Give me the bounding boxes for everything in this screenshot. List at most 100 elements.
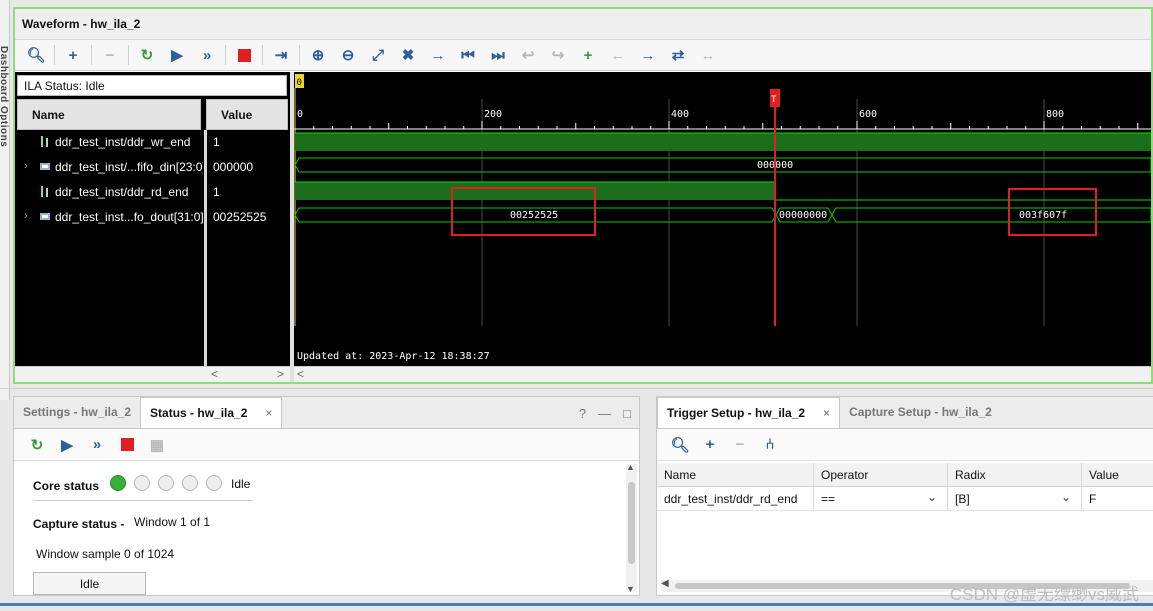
left-edge-strip[interactable]: Dashboard Options <box>0 0 10 400</box>
trigger-toolbar: 🔍︎ + − ⑃ <box>657 429 1153 461</box>
status-dot-active <box>110 475 126 491</box>
column-header[interactable]: Value <box>1082 463 1153 487</box>
status-panel: Settings - hw_ila_2 Status - hw_ila_2 × ?… <box>13 396 640 596</box>
stop-icon[interactable] <box>229 42 259 68</box>
signal-name: ddr_test_inst...fo_dout[31:0] <box>55 210 203 224</box>
stop-icon[interactable] <box>112 432 142 458</box>
waveform-window: Waveform - hw_ila_2 🔍︎ + − ↻ ▶ » ⇥ ⊕ ⊖ ⤢… <box>13 7 1153 384</box>
go-to-cursor-icon[interactable]: → <box>423 42 453 68</box>
signal-value: 00252525 <box>213 210 267 224</box>
watermark: CSDN @虚无缥缈vs威武 <box>949 585 1139 604</box>
tab-status[interactable]: Status - hw_ila_2 × <box>140 397 283 428</box>
remove-icon[interactable]: − <box>725 432 755 458</box>
column-header[interactable]: Name <box>657 463 814 487</box>
scroll-left-icon[interactable]: < <box>297 367 304 381</box>
remove-icon[interactable]: − <box>95 42 125 68</box>
tab-trigger-setup[interactable]: Trigger Setup - hw_ila_2 × <box>657 397 841 428</box>
add-icon[interactable]: + <box>58 42 88 68</box>
bit-signal-icon <box>41 136 48 147</box>
swap-cursors-icon[interactable]: ⇄ <box>663 42 693 68</box>
maximize-icon[interactable]: □ <box>623 406 631 421</box>
waveform-title: Waveform - hw_ila_2 <box>15 9 1151 40</box>
search-icon[interactable]: 🔍︎ <box>21 42 51 68</box>
toolbar-divider <box>225 45 226 65</box>
waveform-scrollbar[interactable]: < <box>294 366 1151 382</box>
idle-button[interactable]: Idle <box>33 572 146 595</box>
next-marker-icon[interactable]: → <box>633 42 663 68</box>
name-column-header[interactable]: Name <box>17 99 201 130</box>
core-status-label: Core status <box>33 479 100 493</box>
operator-select[interactable]: == ⌄ <box>814 487 948 511</box>
waveform-canvas[interactable]: 0 200 400 600 800 0 000000 <box>294 72 1151 366</box>
refresh-run-icon[interactable]: ↻ <box>132 42 162 68</box>
scroll-right-icon[interactable]: > <box>277 367 284 381</box>
next-transition-icon[interactable]: ↪ <box>543 42 573 68</box>
add-marker-icon[interactable]: + <box>573 42 603 68</box>
signal-list-scrollbar[interactable]: < > <box>15 366 290 382</box>
zoom-cursor-icon[interactable]: ✖ <box>393 42 423 68</box>
expand-chevron-icon[interactable]: › <box>24 210 28 222</box>
scroll-down-icon[interactable]: ▼ <box>626 584 635 594</box>
status-toolbar: ↻ ▶ » ▦ <box>14 429 639 461</box>
zoom-in-icon[interactable]: ⊕ <box>303 42 333 68</box>
tab-capture-setup[interactable]: Capture Setup - hw_ila_2 <box>840 397 1001 428</box>
table-row[interactable]: ddr_test_inst/ddr_rd_end == ⌄ [B] ⌄ F <box>657 487 1153 511</box>
close-icon[interactable]: × <box>265 406 272 420</box>
waveform-toolbar: 🔍︎ + − ↻ ▶ » ⇥ ⊕ ⊖ ⤢ ✖ → ⏮ ⏭ ↩ ↪ + ← → ⇄… <box>15 40 1151 71</box>
column-header[interactable]: Radix <box>948 463 1082 487</box>
close-icon[interactable]: × <box>823 406 830 420</box>
zoom-out-icon[interactable]: ⊖ <box>333 42 363 68</box>
value-field[interactable]: F <box>1082 487 1153 511</box>
previous-transition-icon[interactable]: ↩ <box>513 42 543 68</box>
radix-select[interactable]: [B] ⌄ <box>948 487 1082 511</box>
tab-label: Settings - hw_ila_2 <box>23 405 132 419</box>
toolbar-divider <box>54 45 55 65</box>
run-trigger-icon[interactable]: ▶ <box>162 42 192 68</box>
go-to-end-icon[interactable]: ⏭ <box>483 42 513 68</box>
go-to-start-icon[interactable]: ⏮ <box>453 42 483 68</box>
toolbar-divider <box>262 45 263 65</box>
column-header[interactable]: Operator <box>814 463 948 487</box>
trigger-condition-icon[interactable]: ⑃ <box>755 432 785 458</box>
chevron-down-icon[interactable]: ⌄ <box>927 490 937 504</box>
layout-icon[interactable]: ▦ <box>142 432 172 458</box>
help-icon[interactable]: ? <box>579 406 586 421</box>
export-icon[interactable]: ⇥ <box>266 42 296 68</box>
status-tabs: Settings - hw_ila_2 Status - hw_ila_2 × ?… <box>14 397 639 429</box>
bus-signal-icon <box>40 163 50 170</box>
scroll-up-icon[interactable]: ▲ <box>626 462 635 472</box>
refresh-run-icon[interactable]: ↻ <box>22 432 52 458</box>
panel-divider <box>0 388 1153 389</box>
bus-signal-icon <box>40 213 50 220</box>
origin-marker-label: 0 <box>297 78 302 88</box>
previous-marker-icon[interactable]: ← <box>603 42 633 68</box>
signal-row[interactable]: ddr_test_inst/ddr_rd_end 1 <box>15 180 290 205</box>
bus-value: 00000000 <box>779 210 827 221</box>
wave-high-fill <box>295 182 775 200</box>
signal-row[interactable]: › ddr_test_inst...fo_dout[31:0] 00252525 <box>15 205 290 230</box>
ruler-label: 400 <box>671 109 689 120</box>
chevron-down-icon[interactable]: ⌄ <box>1061 490 1071 504</box>
zoom-fit-icon[interactable]: ⤢ <box>363 42 393 68</box>
run-immediate-icon[interactable]: » <box>192 42 222 68</box>
scroll-left-icon[interactable]: ◀ <box>661 578 669 589</box>
dashboard-options-label[interactable]: Dashboard Options <box>0 46 9 147</box>
tab-settings[interactable]: Settings - hw_ila_2 <box>14 397 140 428</box>
snap-icon[interactable]: ↔ <box>693 42 723 68</box>
signal-row[interactable]: › ddr_test_inst/...fifo_din[23:0] 000000 <box>15 155 290 180</box>
status-dot <box>182 475 198 491</box>
add-icon[interactable]: + <box>695 432 725 458</box>
bus-value: 00252525 <box>510 210 558 221</box>
minimize-icon[interactable]: — <box>598 406 611 421</box>
signal-row[interactable]: ddr_test_inst/ddr_wr_end 1 <box>15 130 290 155</box>
divider <box>33 500 253 501</box>
value-column-header[interactable]: Value <box>206 99 288 130</box>
status-scrollbar[interactable]: ▲ ▼ <box>626 462 637 594</box>
time-ruler-ticks <box>294 121 1139 129</box>
scroll-left-icon[interactable]: < <box>211 367 218 381</box>
run-trigger-icon[interactable]: ▶ <box>52 432 82 458</box>
run-immediate-icon[interactable]: » <box>82 432 112 458</box>
search-icon[interactable]: 🔍︎ <box>665 432 695 458</box>
expand-chevron-icon[interactable]: › <box>24 160 28 172</box>
scrollbar-thumb[interactable] <box>628 482 635 564</box>
